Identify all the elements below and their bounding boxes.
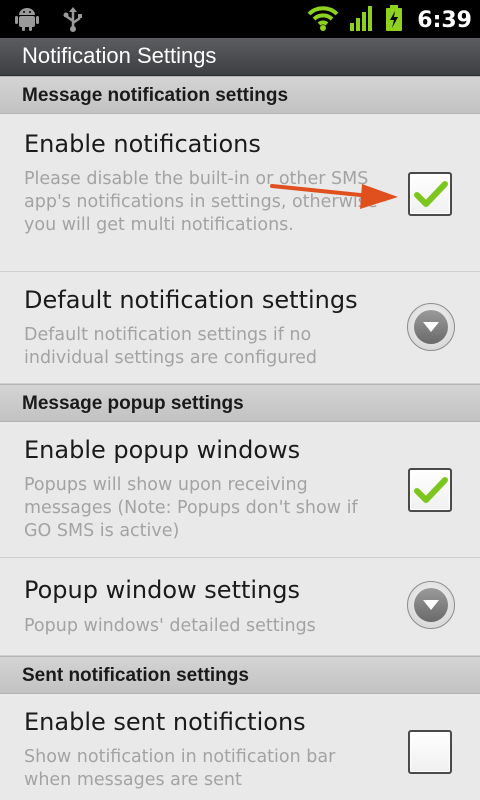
setting-row-enable-sent-notifications[interactable]: Enable sent notifictions Show notificati…	[0, 694, 480, 800]
setting-row-enable-popup-windows[interactable]: Enable popup windows Popups will show up…	[0, 422, 480, 558]
setting-title: Popup window settings	[24, 576, 300, 604]
setting-row-default-notification-settings[interactable]: Default notification settings Default no…	[0, 272, 480, 384]
status-bar: 6:39	[0, 0, 480, 38]
setting-description: Show notification in notification bar wh…	[24, 747, 336, 790]
status-time: 6:39	[417, 7, 472, 33]
battery-charging-icon	[385, 4, 403, 36]
settings-list: Message notification settings Enable not…	[0, 76, 480, 800]
default-notification-dropdown-button[interactable]	[407, 303, 455, 351]
chevron-down-icon	[423, 600, 439, 610]
usb-icon	[62, 6, 84, 36]
setting-description: Popups will show upon receiving messages…	[24, 475, 358, 541]
enable-notifications-checkbox[interactable]	[408, 172, 452, 216]
section-header-message-notification: Message notification settings	[0, 76, 480, 114]
annotation-arrow-icon	[270, 184, 398, 209]
popup-window-dropdown-button[interactable]	[407, 581, 455, 629]
chevron-down-icon	[423, 322, 439, 332]
setting-title: Enable sent notifictions	[24, 708, 306, 736]
android-icon	[14, 6, 40, 36]
section-header-label: Sent notification settings	[22, 665, 249, 686]
section-header-label: Message notification settings	[22, 85, 289, 106]
signal-icon	[349, 4, 375, 36]
section-header-sent-notification: Sent notification settings	[0, 656, 480, 694]
wifi-icon	[307, 4, 339, 36]
setting-description: Popup windows' detailed settings	[24, 616, 316, 636]
setting-row-enable-notifications[interactable]: Enable notifications Please disable the …	[0, 114, 480, 272]
section-header-message-popup: Message popup settings	[0, 384, 480, 422]
title-bar: Notification Settings	[0, 38, 480, 76]
page-title: Notification Settings	[22, 43, 217, 68]
setting-title: Enable popup windows	[24, 436, 301, 464]
section-header-label: Message popup settings	[22, 393, 244, 414]
setting-description: Default notification settings if no indi…	[24, 325, 318, 368]
checkmark-icon	[414, 181, 448, 207]
setting-title: Enable notifications	[24, 130, 261, 158]
enable-popup-checkbox[interactable]	[408, 468, 452, 512]
checkmark-icon	[414, 477, 448, 503]
enable-sent-notifications-checkbox[interactable]	[408, 730, 452, 774]
setting-title: Default notification settings	[24, 286, 358, 314]
setting-row-popup-window-settings[interactable]: Popup window settings Popup windows' det…	[0, 558, 480, 656]
